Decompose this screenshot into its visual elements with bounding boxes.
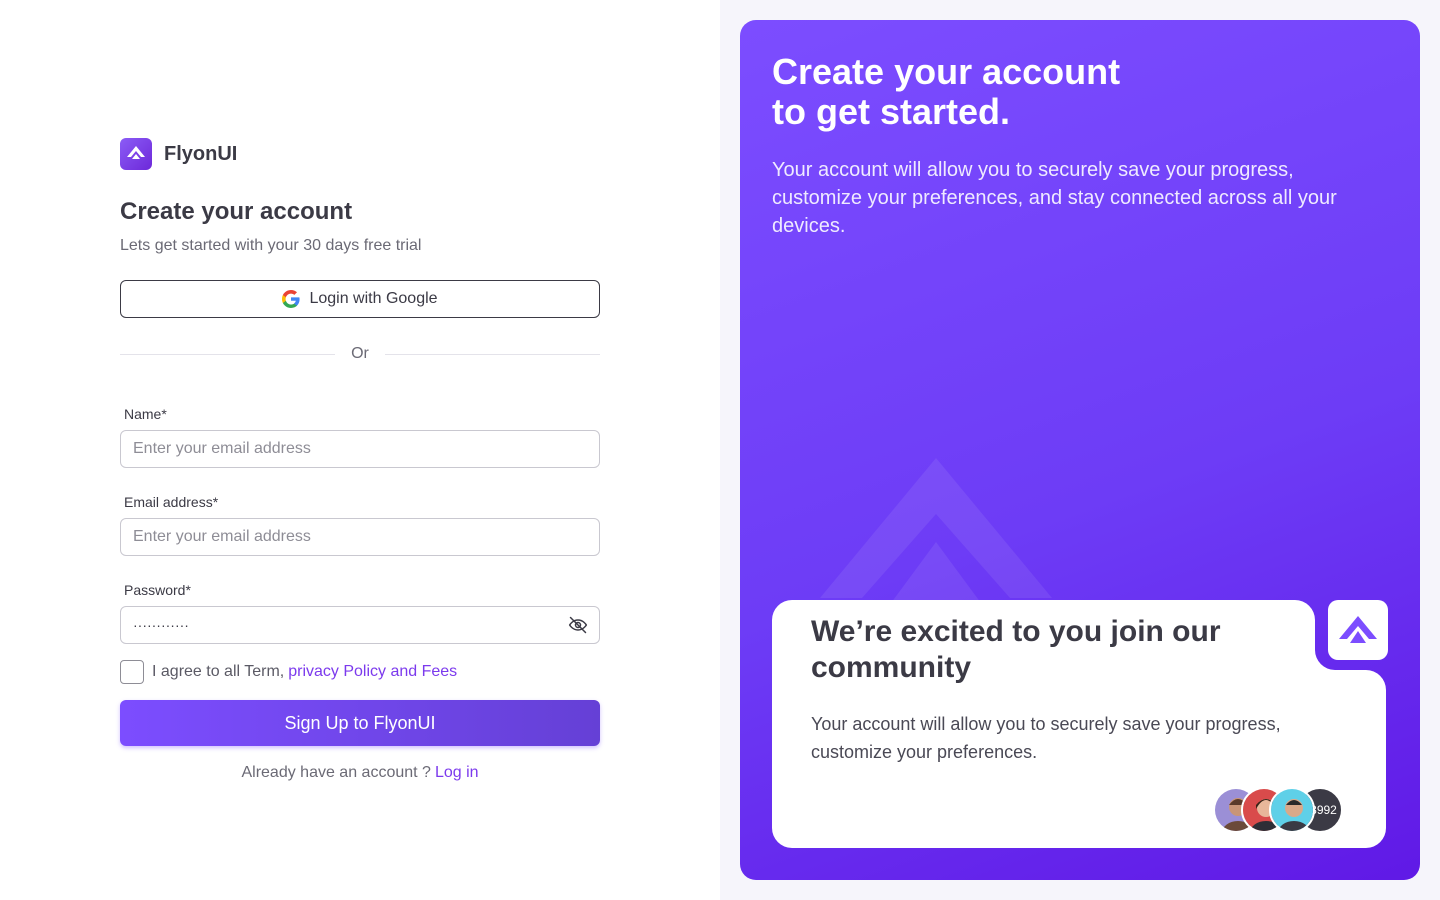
sign-up-button[interactable]: Sign Up to FlyonUI: [120, 700, 600, 746]
terms-checkbox[interactable]: [120, 660, 144, 684]
password-group: Password*: [120, 580, 600, 644]
divider-line: [120, 353, 336, 355]
promo-description: Your account will allow you to securely …: [772, 159, 1337, 237]
login-with-google-button[interactable]: Login with Google: [120, 280, 600, 318]
terms-text: I agree to all Term, privacy Policy and F…: [152, 663, 457, 681]
email-label: Email address*: [124, 494, 219, 510]
password-input[interactable]: [120, 606, 600, 644]
promo-title-line2: to get started.: [772, 91, 1011, 132]
login-prompt: Already have an account ? Log in: [120, 764, 600, 782]
promo-title: Create your account to get started.: [772, 52, 1332, 132]
terms-prefix: I agree to all Term,: [152, 663, 285, 680]
promo-title-line1: Create your account: [772, 51, 1121, 92]
email-input[interactable]: [120, 518, 600, 556]
flyonui-card-logo-icon: [1328, 600, 1388, 660]
page-title: Create your account: [120, 198, 353, 225]
or-divider: Or: [120, 342, 600, 366]
brand: FlyonUI: [120, 138, 600, 170]
login-prompt-text: Already have an account ?: [241, 764, 431, 781]
password-label: Password*: [124, 582, 191, 598]
terms-agreement: I agree to all Term, privacy Policy and F…: [120, 660, 600, 684]
name-label: Name*: [124, 406, 167, 422]
login-with-google-label: Login with Google: [309, 290, 438, 307]
signup-pane: FlyonUI Create your account Lets get sta…: [0, 0, 720, 900]
privacy-policy-link[interactable]: privacy Policy and Fees: [288, 663, 457, 680]
avatar-group: +3992: [1213, 787, 1343, 833]
signup-form: FlyonUI Create your account Lets get sta…: [120, 138, 600, 782]
community-card: We’re excited to you join our community …: [772, 600, 1388, 848]
promo-panel: Create your account to get started. Your…: [740, 20, 1420, 880]
avatar: [1269, 787, 1315, 833]
email-group: Email address*: [120, 492, 600, 556]
page-subtitle: Lets get started with your 30 days free …: [120, 237, 422, 254]
log-in-link[interactable]: Log in: [435, 764, 479, 781]
brand-name: FlyonUI: [164, 142, 238, 165]
eye-off-icon[interactable]: [568, 615, 588, 635]
flyonui-watermark-icon: [820, 458, 1052, 618]
google-icon: [282, 290, 301, 308]
flyonui-logo-icon: [120, 138, 152, 170]
divider-line: [384, 353, 600, 355]
name-input[interactable]: [120, 430, 600, 468]
community-title: We’re excited to you join our community: [811, 615, 1221, 684]
name-group: Name*: [120, 404, 600, 468]
divider-text: Or: [351, 345, 369, 362]
community-description: Your account will allow you to securely …: [811, 714, 1281, 762]
